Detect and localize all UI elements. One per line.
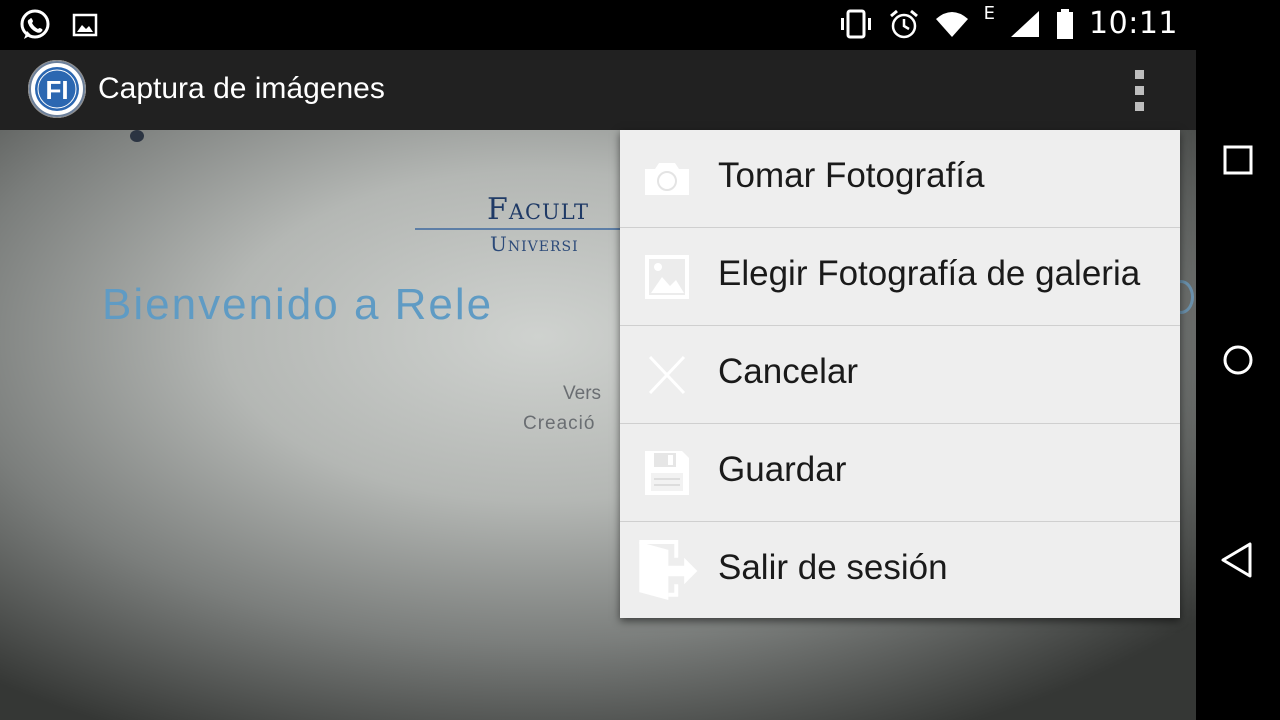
menu-item-label: Elegir Fotografía de galeria (718, 254, 1141, 293)
menu-item-label: Cancelar (718, 352, 859, 391)
action-bar: FI Captura de imágenes (0, 50, 1196, 130)
photo-text-version: Vers (563, 383, 602, 404)
menu-item-label: Tomar Fotografía (718, 156, 985, 195)
clock: 10:11 (1089, 6, 1178, 41)
back-icon[interactable] (1217, 539, 1259, 581)
network-type: E (983, 3, 996, 24)
logout-icon (639, 539, 698, 601)
home-icon[interactable] (1217, 339, 1259, 381)
menu-item-cancel[interactable]: Cancelar (620, 326, 1180, 424)
navigation-bar (1196, 0, 1280, 720)
app-logo[interactable]: FI (28, 60, 86, 118)
photo-text-facultad: Facult (487, 192, 589, 227)
overflow-popup-menu: Tomar Fotografía Elegir Fotografía de ga… (620, 130, 1180, 618)
whatsapp-icon (20, 9, 50, 39)
menu-item-label: Guardar (718, 450, 847, 489)
image-notification-icon (72, 13, 98, 37)
camera-icon (645, 163, 689, 195)
gallery-icon (645, 255, 689, 299)
recents-icon[interactable] (1217, 139, 1259, 181)
menu-item-logout[interactable]: Salir de sesión (620, 522, 1180, 618)
photo-divider (415, 228, 625, 230)
menu-item-choose-gallery[interactable]: Elegir Fotografía de galeria (620, 228, 1180, 326)
photo-text-bienvenido: Bienvenido a Rele (102, 280, 494, 329)
photo-text-universidad: Universi (490, 232, 579, 256)
save-icon (645, 451, 689, 495)
vibrate-icon (840, 9, 871, 38)
app-title: Captura de imágenes (98, 72, 385, 105)
menu-item-save[interactable]: Guardar (620, 424, 1180, 522)
close-icon (648, 355, 686, 395)
signal-icon (1011, 10, 1040, 37)
photo-text-creacion: Creació (523, 413, 596, 434)
menu-item-label: Salir de sesión (718, 548, 948, 587)
app-logo-text: FI (45, 75, 68, 105)
battery-icon (1057, 8, 1074, 39)
wifi-icon (935, 11, 968, 37)
status-bar: E 10:11 (0, 0, 1196, 50)
photo-mark (130, 130, 144, 142)
alarm-icon (889, 9, 918, 38)
overflow-menu-icon[interactable] (1122, 65, 1158, 115)
menu-item-take-photo[interactable]: Tomar Fotografía (620, 130, 1180, 228)
